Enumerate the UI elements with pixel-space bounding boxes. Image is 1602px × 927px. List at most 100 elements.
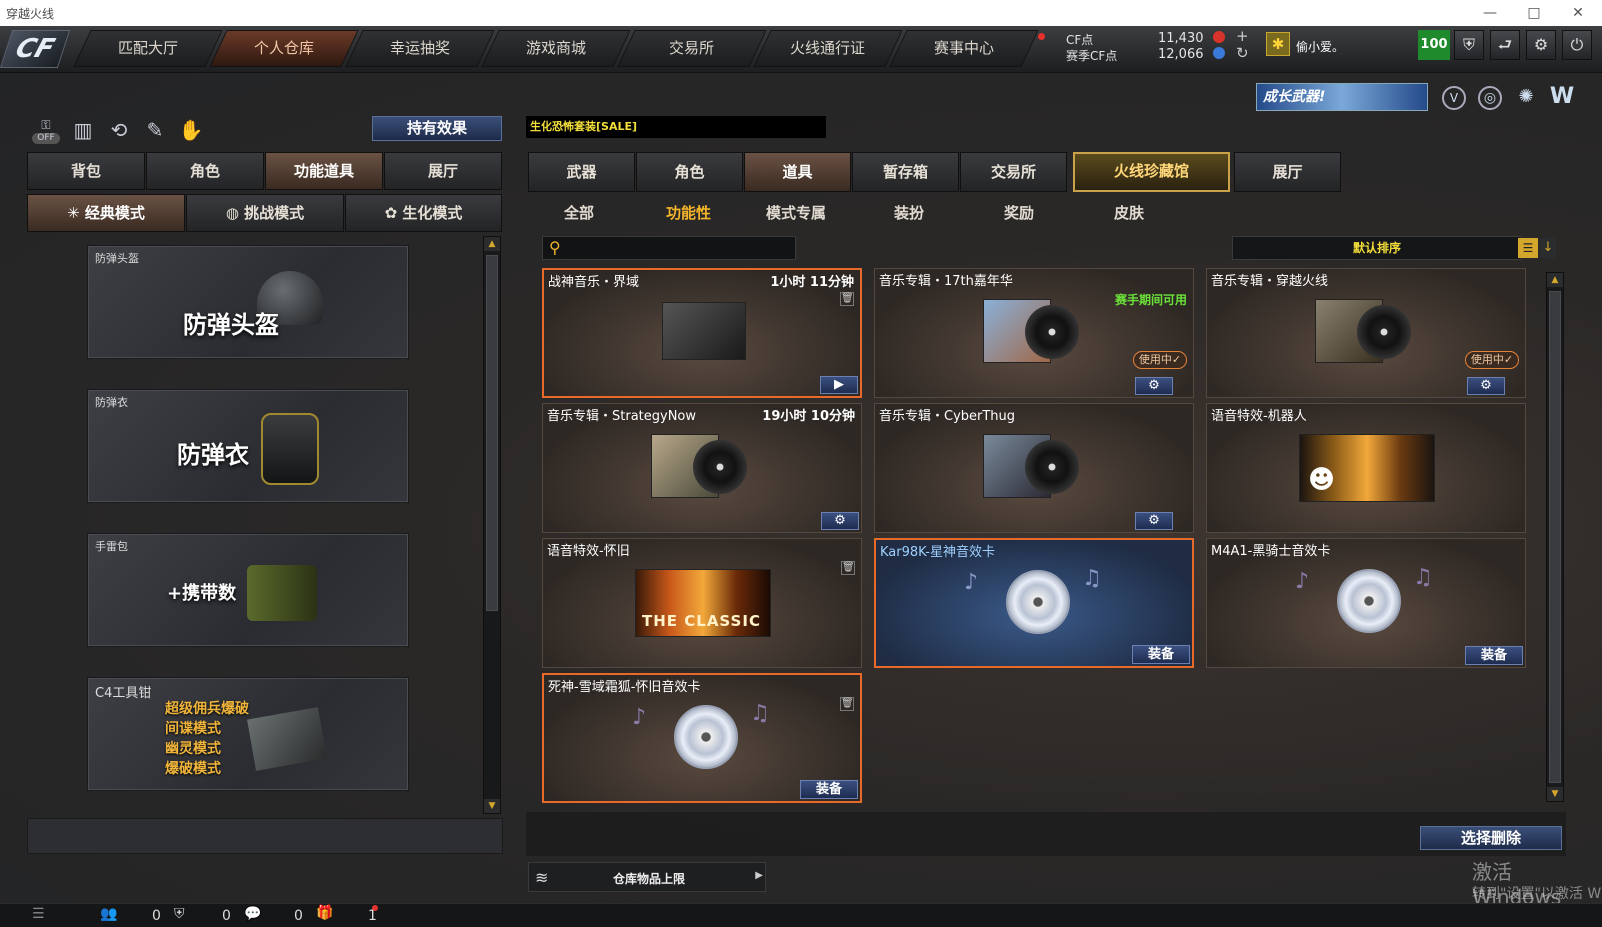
settings-button[interactable]: ⚙ [1135,377,1173,395]
subtab-functional[interactable]: 功能性 [666,202,711,223]
zombie-mode-icon: ✿ [384,204,403,222]
chat-icon[interactable]: 💬 [244,906,261,922]
item-card[interactable]: 音乐专辑・CyberThug ⚙ [874,403,1194,533]
card-grenade-pack[interactable]: 手雷包 +携带数 [88,534,408,646]
clan-shield-icon[interactable]: ⛨ [174,906,185,922]
equip-button[interactable]: 装备 [800,780,858,799]
nav-tab-match-lobby[interactable]: 匹配大厅 [73,30,223,67]
sparkle-icon[interactable]: ✺ [1514,86,1538,110]
shield-icon[interactable]: ⛨ [1454,30,1484,60]
tab-exchange[interactable]: 交易所 [960,152,1067,192]
history-icon[interactable]: ⟲ [106,118,132,144]
gear-icon[interactable]: ⚙ [1526,30,1556,60]
tab-storage-box[interactable]: 暂存箱 [852,152,959,192]
mode-challenge[interactable]: ◍ 挑战模式 [186,194,344,232]
card-c4-pliers[interactable]: C4工具钳 超级佣兵爆破 间谍模式 幽灵模式 爆破模式 [88,678,408,790]
nav-tab-personal-warehouse[interactable]: 个人仓库 [209,30,359,67]
subtab-skins[interactable]: 皮肤 [1114,202,1144,223]
scroll-up-arrow[interactable]: ▲ [484,237,500,251]
c4-modes: 超级佣兵爆破 间谍模式 幽灵模式 爆破模式 [165,701,249,777]
tool-icon[interactable]: ✎ [142,118,168,144]
item-card[interactable]: 语音特效-怀旧 🗑 THE CLASSIC [542,538,862,668]
search-box[interactable]: ⚲ [542,236,796,260]
trash-icon[interactable]: 🗑 [840,292,854,306]
minimize-button[interactable]: — [1470,2,1510,24]
settings-button[interactable]: ⚙ [1135,512,1173,530]
card-helmet[interactable]: 防弹头盔 防弹头盔 [88,246,408,358]
maximize-button[interactable]: □ [1514,2,1554,24]
subtab-dress-up[interactable]: 装扮 [894,202,924,223]
nav-tab-game-mall[interactable]: 游戏商城 [481,30,631,67]
item-card[interactable]: 音乐专辑・StrategyNow 19小时 10分钟 ⚙ [542,403,862,533]
item-card[interactable]: 音乐专辑・穿越火线 使用中✓ ⚙ [1206,268,1526,398]
scroll-down-arrow[interactable]: ▼ [1547,787,1563,801]
stats-icon[interactable]: ▥ [70,118,96,144]
tab-backpack[interactable]: 背包 [27,152,145,190]
close-button[interactable]: ✕ [1558,2,1598,24]
sort-direction-icon[interactable]: ↓ [1540,238,1556,258]
tab-showroom[interactable]: 展厅 [384,152,502,190]
add-points-icon[interactable]: + [1236,27,1249,45]
gift-icon[interactable]: 🎁 [316,905,333,921]
tab-functional-items[interactable]: 功能道具 [265,152,383,190]
left-scroll-thumb[interactable] [486,255,498,611]
menu-icon[interactable]: ☰ [32,906,45,922]
cd-icon [1337,569,1401,633]
trash-icon[interactable]: 🗑 [841,561,855,575]
globe-icon[interactable]: ◎ [1478,86,1502,110]
settings-button[interactable]: ⚙ [821,512,859,530]
expand-arrow-icon[interactable]: ▶ [755,870,763,881]
sale-notice[interactable]: 生化恐怖套装[SALE] [526,116,826,138]
right-scroll-thumb[interactable] [1549,291,1561,783]
item-card[interactable]: 死神-雪域霜狐-怀旧音效卡 🗑 ♪ ♫ 装备 [542,673,862,803]
right-scrollbar[interactable]: ▲ ▼ [1546,272,1564,802]
mode-classic[interactable]: ✳ 经典模式 [27,194,185,232]
season-coin-icon [1213,47,1225,59]
capacity-bar[interactable]: ≋ 仓库物品上限 ▶ [528,862,766,892]
card-body-armor[interactable]: 防弹衣 防弹衣 [88,390,408,502]
refresh-icon[interactable]: ↻ [1236,44,1249,62]
select-delete-button[interactable]: 选择删除 [1420,826,1562,850]
left-scrollbar[interactable]: ▲ ▼ [483,236,501,814]
subtab-rewards[interactable]: 奖励 [1004,202,1034,223]
equip-button[interactable]: 装备 [1465,646,1523,665]
settings-button[interactable]: ⚙ [1467,377,1505,395]
equip-button[interactable]: 装备 [1132,645,1190,664]
w-logo-icon[interactable]: W [1548,84,1576,112]
trash-icon[interactable]: 🗑 [840,697,854,711]
item-card[interactable]: Kar98K-星神音效卡 ♪ ♫ 装备 [874,538,1194,668]
subtab-all[interactable]: 全部 [564,202,594,223]
friends-icon[interactable]: 👥 [100,906,117,922]
item-card[interactable]: 战神音乐・界域 1小时 11分钟 🗑 ▶ [542,268,862,398]
growth-weapon-banner[interactable]: 成长武器! [1256,83,1428,111]
tab-showroom-right[interactable]: 展厅 [1234,152,1341,192]
power-icon[interactable]: ⏻ [1562,30,1592,60]
owned-effects-button[interactable]: 持有效果 [372,116,502,141]
cf-logo: CF [0,30,71,68]
item-card[interactable]: M4A1-黑骑士音效卡 ♪ ♫ 装备 [1206,538,1526,668]
tab-weapons[interactable]: 武器 [528,152,635,192]
scroll-up-arrow[interactable]: ▲ [1547,273,1563,287]
search-input[interactable] [569,239,789,257]
glove-icon[interactable]: ✋ [178,118,204,144]
cd-icon [1006,570,1070,634]
scroll-down-arrow[interactable]: ▼ [484,799,500,813]
play-button[interactable]: ▶ [820,376,858,394]
tab-collection-hall[interactable]: 火线珍藏馆 [1073,152,1230,192]
nav-tab-lucky-draw[interactable]: 幸运抽奖 [345,30,495,67]
list-view-icon[interactable]: ☰ [1518,238,1538,258]
nav-tab-event-center[interactable]: 赛事中心 [889,30,1039,67]
tab-roles[interactable]: 角色 [636,152,743,192]
toggle-off-icon[interactable]: ⚿ OFF [32,118,60,144]
nav-tab-battle-pass[interactable]: 火线通行证 [753,30,903,67]
nav-tab-exchange[interactable]: 交易所 [617,30,767,67]
return-icon[interactable]: ⮐ [1490,30,1520,60]
sort-dropdown[interactable]: 默认排序 [1232,236,1522,260]
subtab-mode-exclusive[interactable]: 模式专属 [766,202,826,223]
item-card[interactable]: 音乐专辑・17th嘉年华 赛手期间可用 使用中✓ ⚙ [874,268,1194,398]
v-badge-icon[interactable]: V [1442,86,1466,110]
item-card[interactable]: 语音特效-机器人 ☻ [1206,403,1526,533]
mode-zombie[interactable]: ✿ 生化模式 [345,194,502,232]
tab-props[interactable]: 道具 [744,152,851,192]
tab-character[interactable]: 角色 [146,152,264,190]
